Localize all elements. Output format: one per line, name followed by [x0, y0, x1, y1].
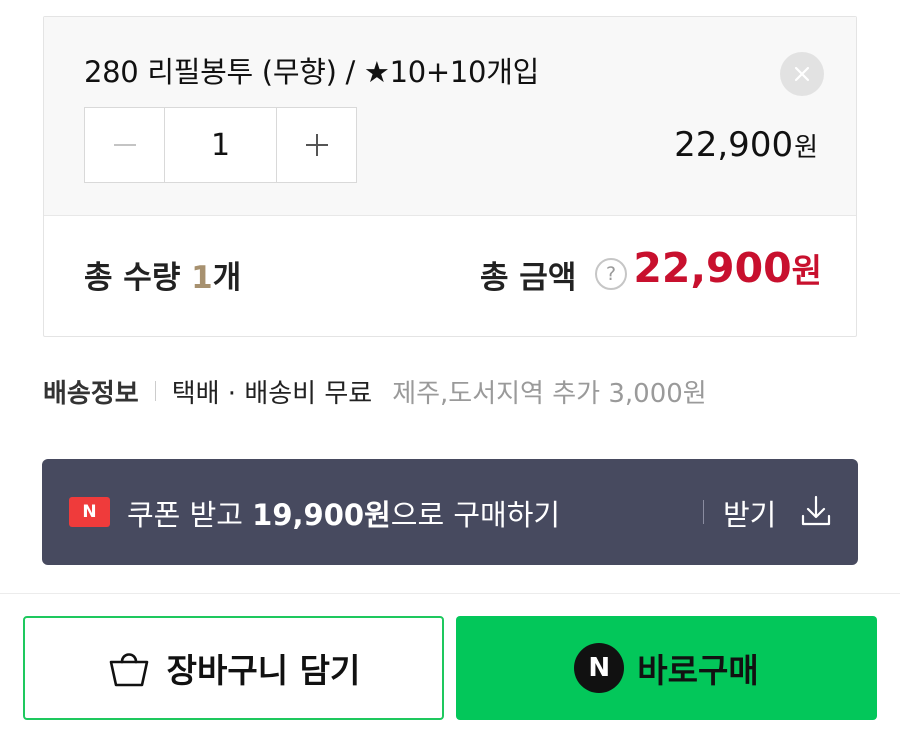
help-icon[interactable]: ?	[595, 258, 627, 290]
total-amount-unit: 원	[791, 251, 822, 290]
buy-now-label: 바로구매	[637, 651, 759, 690]
quantity-stepper: 1	[84, 107, 357, 183]
option-price: 22,900원	[674, 125, 818, 165]
plus-icon	[305, 134, 328, 156]
option-name: 280 리필봉투 (무향) / ★10+10개입	[84, 55, 539, 89]
add-to-cart-button[interactable]: 장바구니 담기	[23, 616, 444, 720]
coupon-text-prefix: 쿠폰 받고	[127, 498, 253, 532]
total-quantity-label: 총 수량	[84, 260, 181, 296]
buy-now-button[interactable]: N 바로구매	[456, 616, 877, 720]
total-amount-value: 22,900	[633, 244, 792, 292]
selected-option-box: 280 리필봉투 (무향) / ★10+10개입 1 22,900원 총 수량 …	[43, 16, 857, 337]
remove-option-button[interactable]	[780, 52, 824, 96]
minus-icon	[113, 144, 136, 146]
total-amount-label: 총 금액	[480, 260, 577, 296]
coupon-receive-label[interactable]: 받기	[723, 492, 776, 534]
shipping-info: 배송정보 택배 · 배송비 무료 제주,도서지역 추가 3,000원	[43, 374, 707, 409]
increase-quantity-button[interactable]	[277, 108, 356, 182]
coupon-banner[interactable]: N 쿠폰 받고 19,900원으로 구매하기 받기	[42, 459, 858, 565]
coupon-price: 19,900원	[252, 498, 391, 532]
total-amount: 22,900원	[633, 244, 822, 292]
coupon-text-suffix: 으로 구매하기	[390, 498, 561, 532]
add-to-cart-label: 장바구니 담기	[166, 651, 361, 690]
decrease-quantity-button[interactable]	[85, 108, 164, 182]
shipping-label: 배송정보	[43, 378, 139, 409]
naver-logo-icon: N	[69, 497, 110, 527]
coupon-text: 쿠폰 받고 19,900원으로 구매하기	[127, 492, 560, 534]
total-quantity: 총 수량 1개	[84, 252, 241, 297]
total-summary: 총 수량 1개 총 금액 ? 22,900원	[44, 216, 856, 336]
shipping-divider	[154, 381, 156, 401]
download-icon[interactable]	[799, 494, 833, 528]
shipping-extra-fee: 제주,도서지역 추가 3,000원	[392, 378, 707, 409]
shopping-bag-icon	[109, 653, 148, 687]
coupon-divider	[703, 500, 704, 524]
shipping-method: 택배 · 배송비 무료	[171, 378, 373, 409]
close-icon	[794, 66, 810, 82]
quantity-input[interactable]: 1	[164, 108, 277, 182]
total-quantity-unit: 개	[212, 260, 242, 296]
selected-option-item: 280 리필봉투 (무향) / ★10+10개입 1 22,900원	[44, 17, 856, 216]
naver-pay-icon: N	[574, 643, 625, 693]
option-price-unit: 원	[794, 133, 818, 163]
divider	[0, 593, 900, 594]
total-quantity-value: 1	[191, 260, 213, 296]
option-price-value: 22,900	[674, 125, 794, 165]
